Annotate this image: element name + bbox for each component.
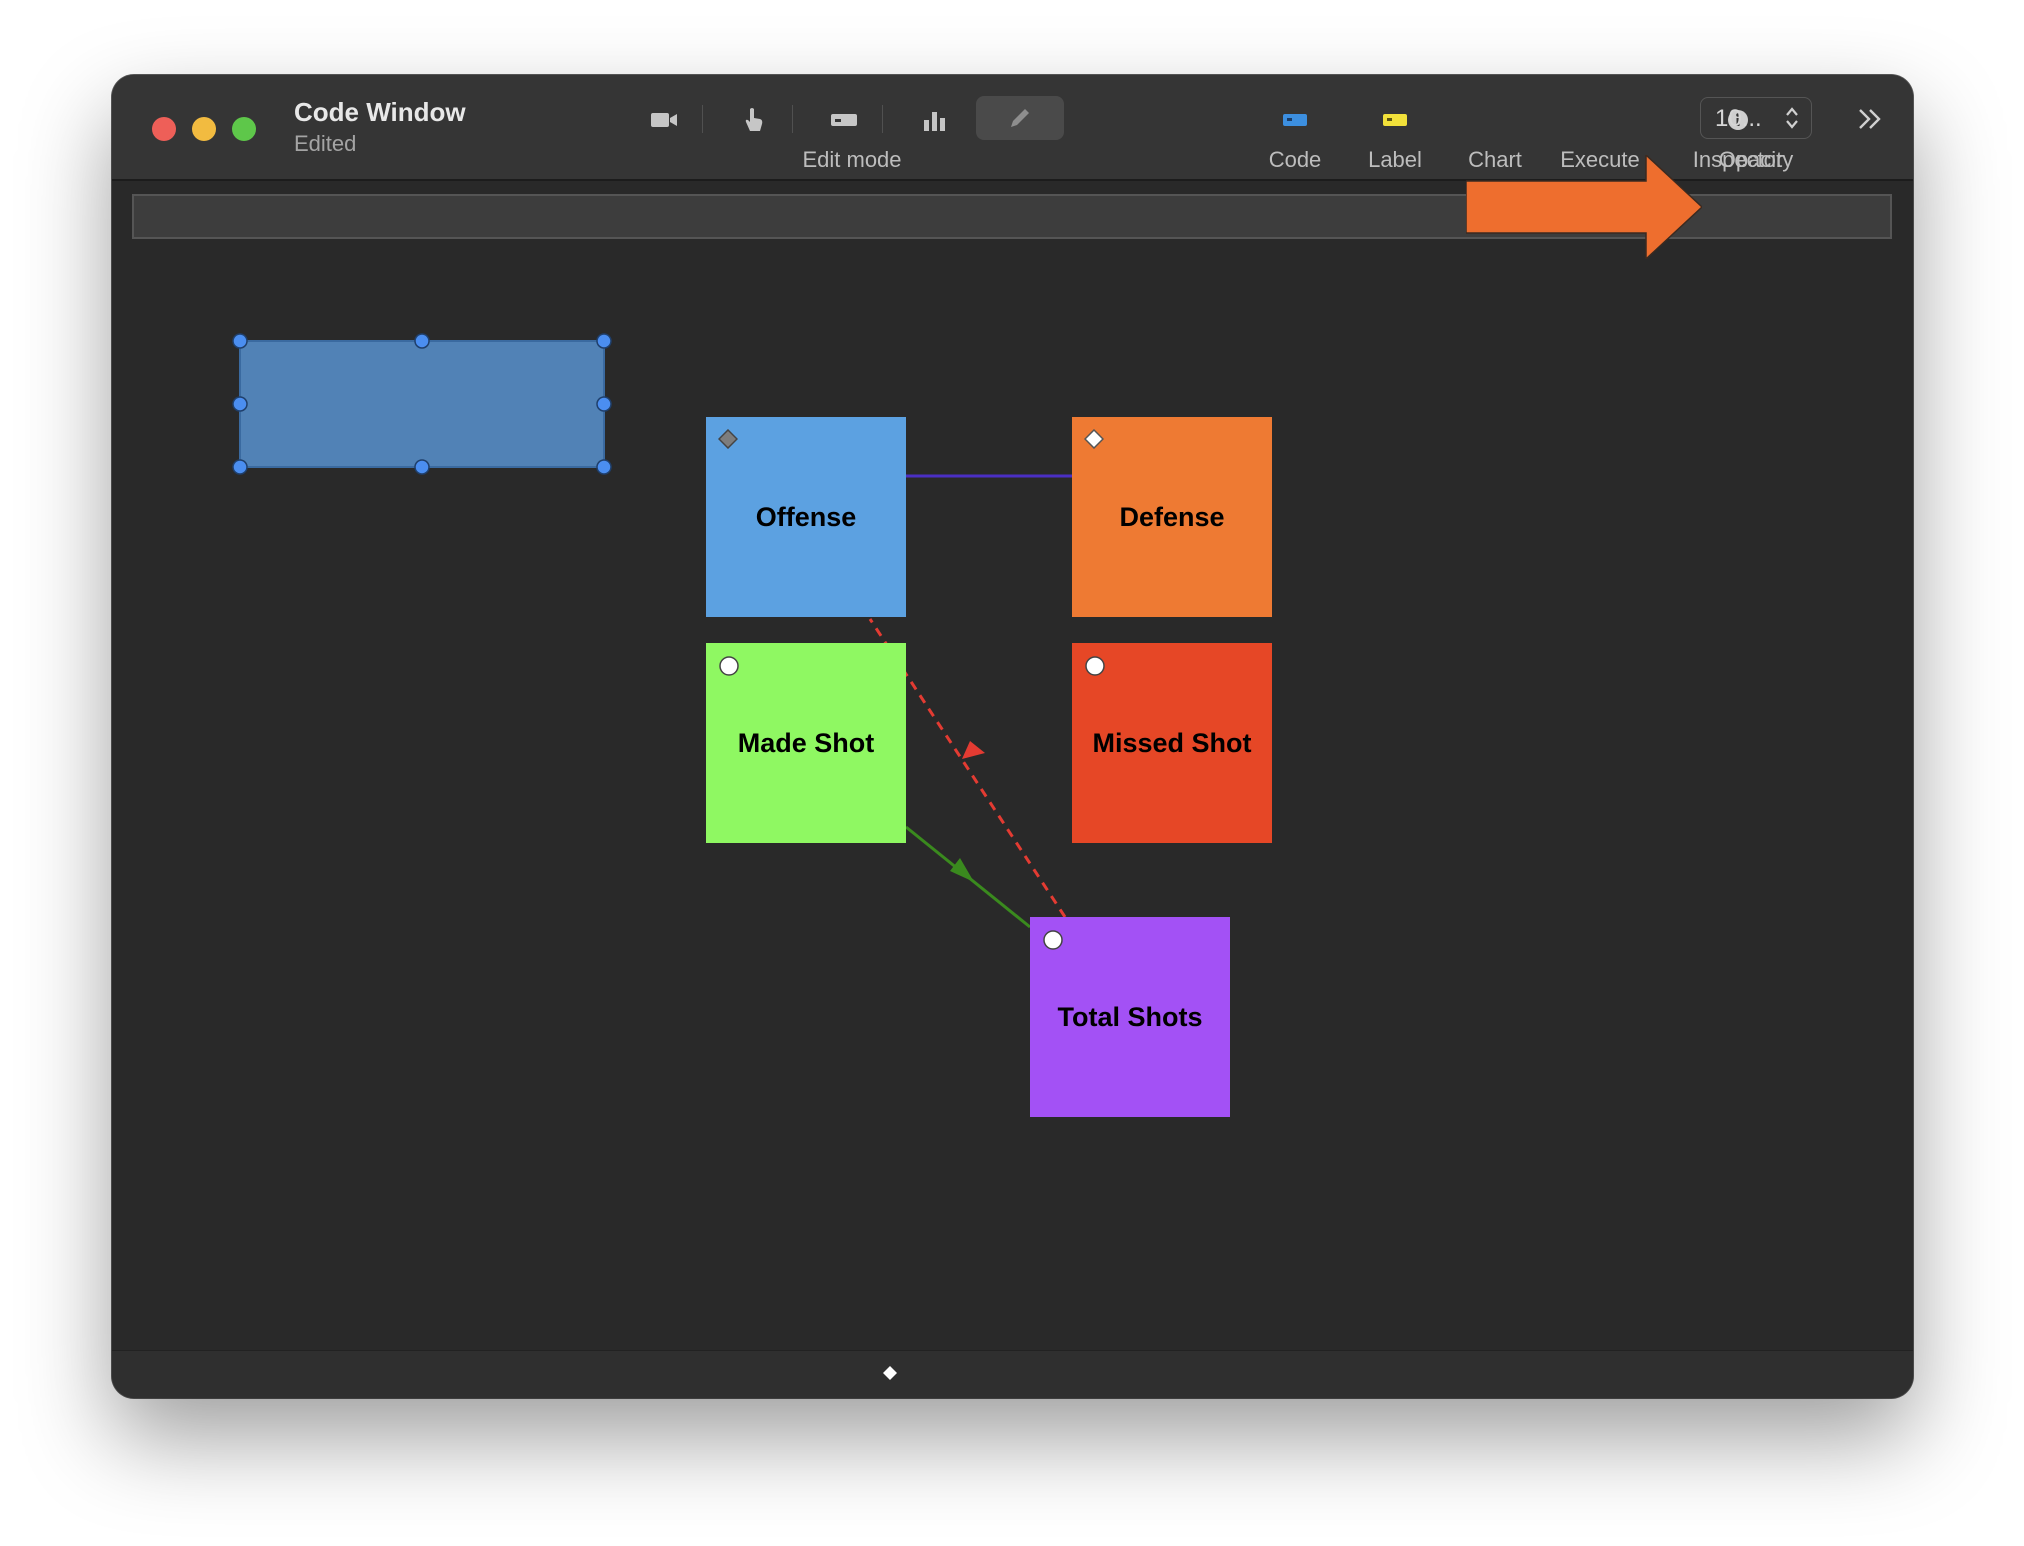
pencil-icon[interactable]: [976, 96, 1064, 140]
diamond-icon[interactable]: [718, 429, 738, 449]
zoom-button[interactable]: [232, 117, 256, 141]
arrowhead-icon: [962, 741, 985, 759]
node-defense[interactable]: Defense: [1072, 417, 1272, 617]
opacity-value: 10...: [1715, 105, 1762, 132]
circle-icon[interactable]: [718, 655, 740, 677]
window-title: Code Window: [294, 97, 466, 127]
bottom-bar: [112, 1350, 1913, 1398]
code-label[interactable]: Code: [1245, 147, 1345, 173]
edit-mode-label: Edit mode: [802, 147, 902, 172]
hand-pointer-icon[interactable]: [729, 103, 779, 137]
close-button[interactable]: [152, 117, 176, 141]
chevron-double-right-icon[interactable]: [1850, 101, 1890, 137]
node-made-shot[interactable]: Made Shot: [706, 643, 906, 843]
diamond-outline-icon[interactable]: [1084, 429, 1104, 449]
toolbar-separator: [702, 105, 703, 133]
node-label: Total Shots: [1057, 1001, 1203, 1032]
node-label: Offense: [755, 501, 857, 532]
stepper-chevrons-icon: [1786, 107, 1798, 129]
toolbar-separator: [882, 105, 883, 133]
bar-chart-icon[interactable]: [909, 103, 959, 137]
label-block-icon[interactable]: [1370, 105, 1420, 135]
node-missed-shot[interactable]: Missed Shot: [1072, 643, 1272, 843]
canvas[interactable]: Offense Defense Made Shot Missed Shot To…: [112, 257, 1913, 1349]
rectangle-icon[interactable]: [819, 103, 869, 137]
node-label: Made Shot: [737, 727, 875, 758]
circle-icon[interactable]: [1042, 929, 1064, 951]
code-block-icon[interactable]: [1270, 105, 1320, 135]
arrowhead-icon: [950, 858, 974, 882]
annotation-arrow-icon: [1466, 155, 1702, 259]
window-subtitle: Edited: [294, 131, 357, 156]
node-offense[interactable]: Offense: [706, 417, 906, 617]
code-window: Code Window Edited Edit mode Code Label …: [112, 75, 1913, 1398]
diamond-handle-icon[interactable]: [882, 1365, 898, 1381]
connections-layer: [232, 333, 1072, 929]
toolbar-separator: [792, 105, 793, 133]
minimize-button[interactable]: [192, 117, 216, 141]
label-label[interactable]: Label: [1345, 147, 1445, 173]
node-label: Missed Shot: [1092, 727, 1252, 758]
opacity-label: Opacity: [1718, 147, 1794, 172]
selected-shape[interactable]: [239, 340, 605, 468]
node-total-shots[interactable]: Total Shots: [1030, 917, 1230, 1117]
node-label: Defense: [1119, 501, 1225, 532]
opacity-stepper[interactable]: 10...: [1700, 97, 1812, 139]
video-camera-icon[interactable]: [639, 103, 689, 137]
circle-icon[interactable]: [1084, 655, 1106, 677]
